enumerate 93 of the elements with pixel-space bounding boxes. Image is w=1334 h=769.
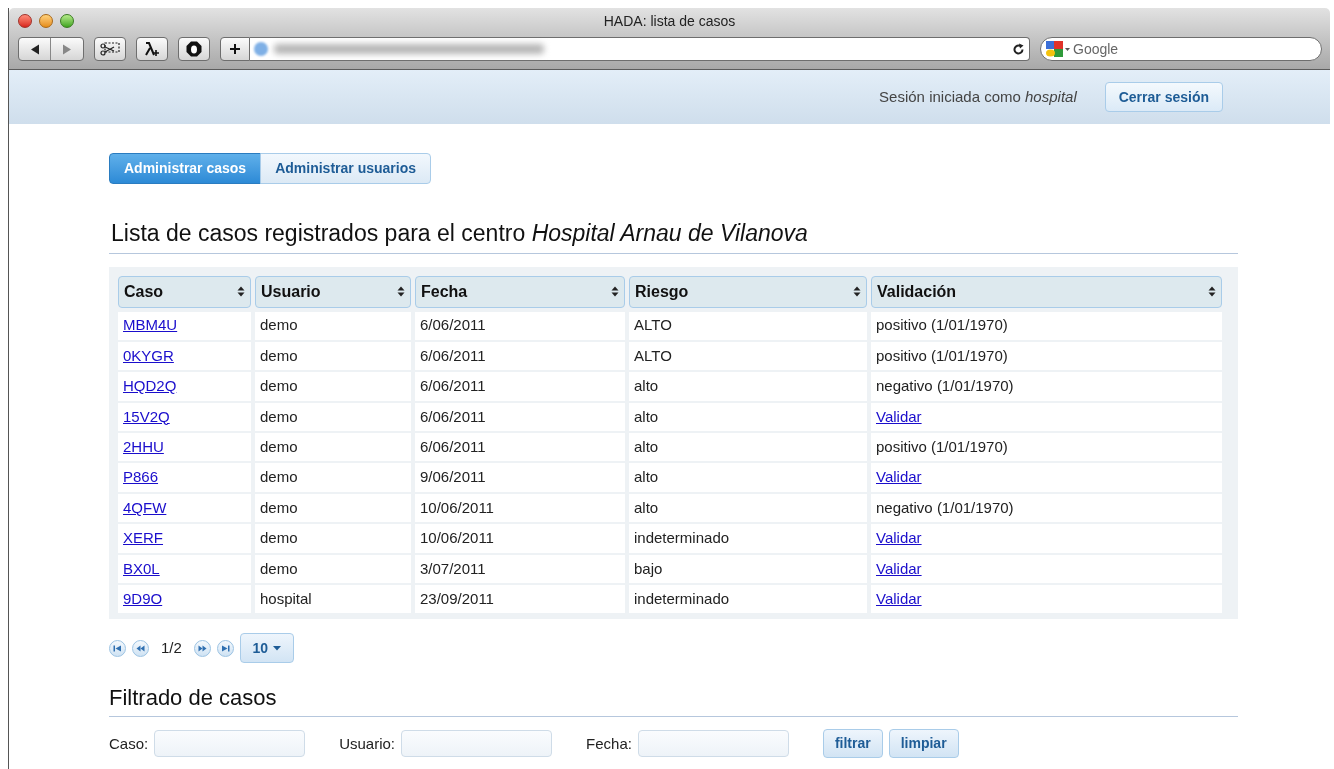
table-cell: negativo (1/01/1970) <box>871 493 1222 523</box>
table-cell: 23/09/2011 <box>415 585 625 614</box>
filter-heading: Filtrado de casos <box>109 684 278 713</box>
table-cell: hospital <box>255 585 411 614</box>
validate-link[interactable]: Validar <box>876 466 922 489</box>
globe-icon <box>254 42 268 56</box>
table-cell: positivo (1/01/1970) <box>871 433 1222 462</box>
table-cell: 6/06/2011 <box>415 372 625 401</box>
maximize-window-icon[interactable] <box>60 14 74 28</box>
sort-icon <box>1208 286 1216 297</box>
back-icon[interactable] <box>29 43 40 55</box>
column-header[interactable]: Validación <box>871 275 1222 308</box>
table-cell: alto <box>629 372 867 401</box>
session-text: Sesión iniciada como hospital <box>879 86 1077 107</box>
table-cell: demo <box>255 341 411 371</box>
filter-input[interactable] <box>401 730 553 758</box>
address-field[interactable] <box>250 37 1030 61</box>
table-cell: bajo <box>629 554 867 583</box>
filter-input[interactable] <box>637 730 789 758</box>
table-cell: demo <box>255 554 411 583</box>
sort-icon <box>853 286 861 297</box>
clip-button[interactable] <box>94 37 126 61</box>
first-page-button[interactable] <box>109 639 126 657</box>
next-page-button[interactable] <box>193 639 211 657</box>
last-page-button[interactable] <box>216 639 234 657</box>
table-cell: 6/06/2011 <box>415 311 625 340</box>
column-header[interactable]: Fecha <box>415 275 625 308</box>
filter-label: Fecha: <box>586 733 632 754</box>
table-cell: demo <box>255 402 411 432</box>
page-size-select[interactable]: 10 <box>239 633 294 664</box>
table-cell: demo <box>255 311 411 340</box>
table-cell: alto <box>629 433 867 462</box>
page-indicator: 1/2 <box>161 638 182 659</box>
table-cell: 3/07/2011 <box>415 554 625 583</box>
table-cell: demo <box>255 524 411 553</box>
search-field[interactable]: Google <box>1040 37 1322 61</box>
table-cell: 10/06/2011 <box>415 493 625 523</box>
table-cell: 6/06/2011 <box>415 433 625 462</box>
sort-icon <box>611 286 619 297</box>
table-cell: demo <box>255 372 411 401</box>
close-window-icon[interactable] <box>18 14 32 28</box>
scissors-icon <box>100 42 120 56</box>
validate-link[interactable]: Validar <box>876 587 922 611</box>
table-cell: ALTO <box>629 341 867 371</box>
table-cell: positivo (1/01/1970) <box>871 341 1222 371</box>
reload-icon[interactable] <box>1012 42 1025 56</box>
page-heading: Lista de casos registrados para el centro Hospital Arnau de Vilanova <box>110 219 809 248</box>
table-cell: 10/06/2011 <box>415 524 625 553</box>
sort-icon <box>237 286 245 297</box>
previous-page-button[interactable] <box>132 639 149 657</box>
table-cell: 6/06/2011 <box>415 402 625 432</box>
column-header[interactable]: Caso <box>118 275 251 308</box>
caret-icon <box>273 645 282 651</box>
table-cell: alto <box>629 463 867 492</box>
table-cell: demo <box>255 433 411 462</box>
back-forward-buttons[interactable] <box>18 37 84 61</box>
add-bookmark-button[interactable] <box>220 37 250 61</box>
filter-input[interactable] <box>154 730 306 758</box>
logout-button[interactable]: Cerrar sesión <box>1104 82 1223 112</box>
column-header[interactable]: Riesgo <box>629 275 867 308</box>
table-cell: indeterminado <box>629 524 867 553</box>
lambda-button[interactable] <box>136 37 168 61</box>
filter-button[interactable]: limpiar <box>888 729 959 759</box>
tab[interactable]: Administrar usuarios <box>260 153 431 184</box>
table-cell: indeterminado <box>629 585 867 614</box>
forward-icon[interactable] <box>62 43 72 55</box>
filter-label: Usuario: <box>339 733 396 754</box>
stop-button[interactable] <box>178 37 210 61</box>
plus-icon <box>229 43 241 55</box>
minimize-window-icon[interactable] <box>39 14 53 28</box>
lambda-plus-icon <box>144 41 160 57</box>
validate-link[interactable]: Validar <box>876 405 922 429</box>
table-cell: alto <box>629 493 867 523</box>
table-cell: ALTO <box>629 311 867 340</box>
table-cell: 9/06/2011 <box>415 463 625 492</box>
validate-link[interactable]: Validar <box>876 557 922 581</box>
table-cell: positivo (1/01/1970) <box>871 311 1222 340</box>
column-header[interactable]: Usuario <box>255 275 411 308</box>
window-title: HADA: lista de casos <box>603 11 736 31</box>
validate-link[interactable]: Validar <box>876 527 922 550</box>
filter-label: Caso: <box>109 733 149 754</box>
table-cell: negativo (1/01/1970) <box>871 372 1222 401</box>
first-icon <box>113 644 122 652</box>
table-cell: alto <box>629 402 867 432</box>
sort-icon <box>397 286 405 297</box>
last-icon <box>220 644 230 652</box>
filter-button[interactable]: filtrar <box>822 729 883 759</box>
search-input[interactable]: Google <box>1073 38 1317 60</box>
prev-icon <box>136 644 145 652</box>
next-icon <box>197 644 207 652</box>
table-cell: demo <box>255 463 411 492</box>
table-cell: demo <box>255 493 411 523</box>
table-cell: 6/06/2011 <box>415 341 625 371</box>
